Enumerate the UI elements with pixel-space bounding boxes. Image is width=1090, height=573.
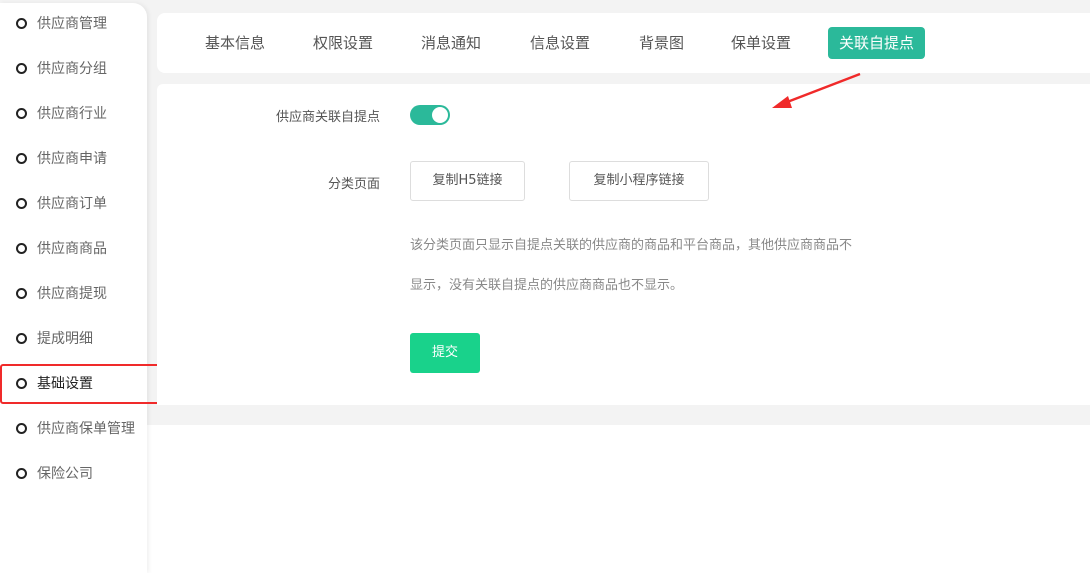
annotation-arrow-icon xyxy=(772,72,861,108)
